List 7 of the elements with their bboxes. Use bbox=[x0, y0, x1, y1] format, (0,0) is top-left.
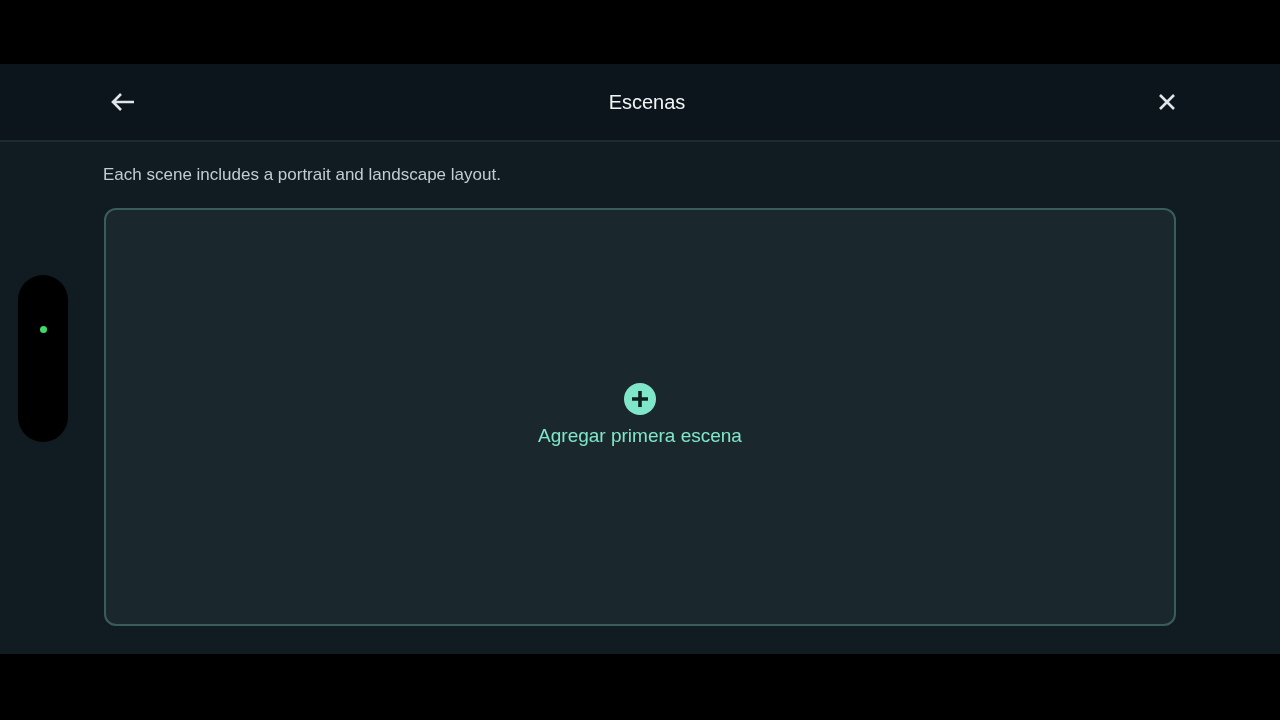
back-arrow-icon bbox=[110, 92, 136, 112]
description-text: Each scene includes a portrait and landscape layout. bbox=[103, 164, 502, 186]
indicator-dot-icon bbox=[40, 326, 47, 333]
close-icon bbox=[1158, 93, 1176, 111]
add-first-scene-button[interactable]: Agregar primera escena bbox=[538, 382, 742, 451]
add-icon bbox=[623, 382, 657, 417]
page-title: Escenas bbox=[608, 90, 686, 114]
